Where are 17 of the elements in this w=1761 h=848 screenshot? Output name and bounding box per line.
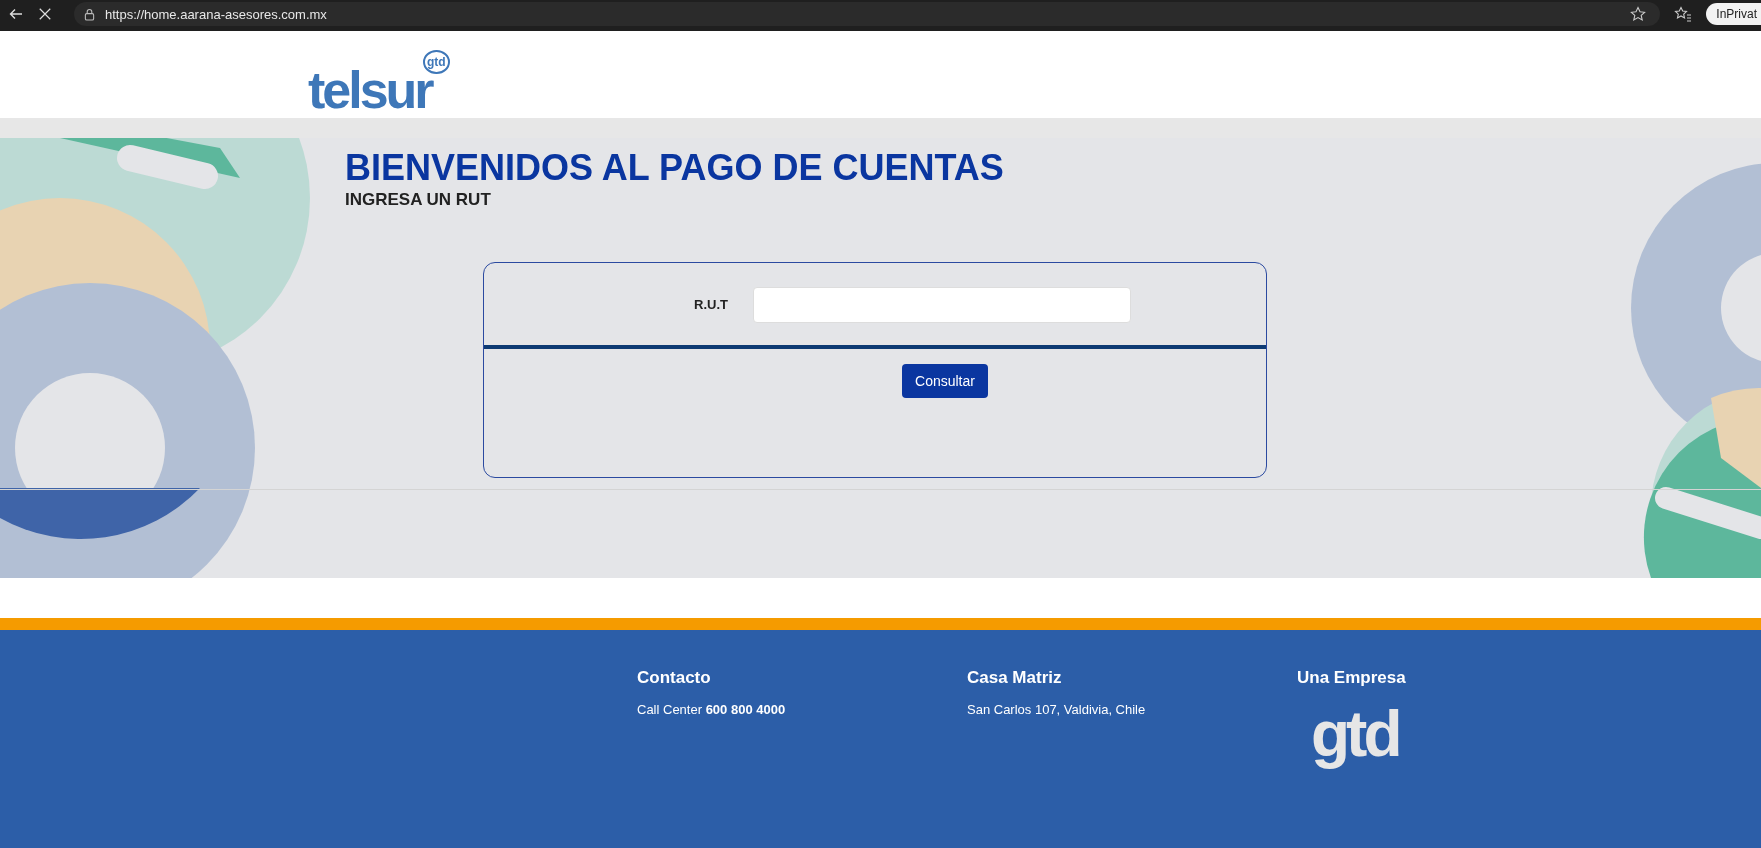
inprivate-badge[interactable]: InPrivat [1706,3,1761,25]
back-icon[interactable] [8,6,24,22]
footer-text: San Carlos 107, Valdivia, Chile [967,702,1147,717]
rut-input-field[interactable] [753,286,1131,323]
footer-heading: Una Empresa [1297,668,1407,688]
page-subtitle: INGRESA UN RUT [345,189,492,210]
close-icon[interactable] [38,7,52,21]
star-icon[interactable] [1630,6,1647,22]
page-title: BIENVENIDOS AL PAGO DE CUENTAS [345,148,1005,188]
rut-label: R.U.T [694,297,729,313]
favorites-icon[interactable] [1674,6,1693,22]
footer-heading: Contacto [637,668,712,688]
footer-heading: Casa Matriz [967,668,1063,688]
address-bar[interactable]: https://home.aarana-asesores.com.mx [74,2,1661,26]
footer-text: Call Center 600 800 4000 [637,702,787,717]
consultar-button[interactable]: Consultar [902,363,988,398]
lock-icon [84,7,95,21]
